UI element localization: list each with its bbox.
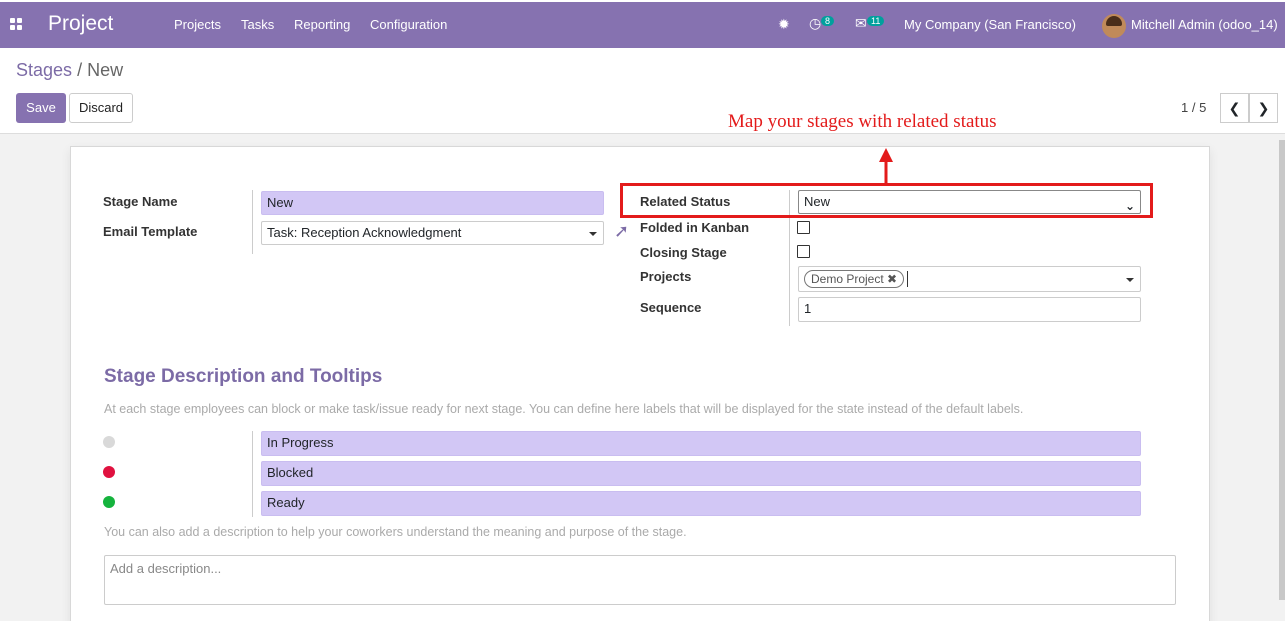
annotation-text: Map your stages with related status (728, 111, 997, 132)
annotation-highlight-box (620, 183, 1153, 218)
left-group-divider (252, 190, 253, 254)
external-link-icon[interactable]: ➚ (614, 221, 629, 242)
remove-tag-icon[interactable]: ✖ (887, 272, 897, 286)
folded-in-kanban-label: Folded in Kanban (640, 220, 750, 235)
email-template-value: Task: Reception Acknowledgment (267, 225, 462, 240)
apps-menu-icon[interactable] (10, 18, 24, 32)
stage-name-input[interactable]: New (261, 191, 604, 215)
closing-stage-label: Closing Stage (640, 245, 727, 260)
tooltip-divider (252, 431, 253, 517)
pager-next-button[interactable]: ❯ (1249, 93, 1278, 123)
email-template-select[interactable]: Task: Reception Acknowledgment (261, 221, 604, 245)
debug-bug-icon[interactable]: ✹ (778, 16, 790, 33)
app-title[interactable]: Project (48, 12, 113, 36)
breadcrumb-current: New (87, 60, 124, 80)
menu-configuration[interactable]: Configuration (370, 17, 447, 32)
sequence-input[interactable]: 1 (798, 297, 1141, 322)
save-button[interactable]: Save (16, 93, 66, 123)
pager-value[interactable]: 1 / 5 (1181, 100, 1206, 115)
breadcrumb: Stages / New (16, 60, 123, 81)
activity-count-badge: 8 (821, 16, 835, 26)
messages-chat-icon[interactable]: ✉ (855, 15, 867, 32)
section-help-text: At each stage employees can block or mak… (104, 402, 1024, 416)
pager-previous-button[interactable]: ❮ (1220, 93, 1249, 123)
top-navbar: Project Projects Tasks Reporting Configu… (0, 2, 1285, 48)
email-template-label: Email Template (103, 224, 198, 239)
discard-button[interactable]: Discard (69, 93, 133, 123)
projects-label: Projects (640, 269, 692, 284)
stage-name-label: Stage Name (103, 194, 178, 209)
folded-in-kanban-checkbox[interactable] (797, 221, 810, 234)
description-help-text: You can also add a description to help y… (104, 525, 687, 539)
page-scrollbar[interactable] (1279, 140, 1285, 600)
breadcrumb-stages-link[interactable]: Stages (16, 60, 72, 80)
sequence-label: Sequence (640, 300, 702, 315)
menu-reporting[interactable]: Reporting (294, 17, 350, 32)
state-blocked-dot (103, 466, 115, 478)
menu-tasks[interactable]: Tasks (241, 17, 274, 32)
breadcrumb-separator: / (77, 60, 83, 80)
state-normal-dot (103, 436, 115, 448)
section-title: Stage Description and Tooltips (104, 366, 383, 387)
closing-stage-checkbox[interactable] (797, 245, 810, 258)
legend-normal-input[interactable]: In Progress (261, 431, 1141, 456)
user-avatar[interactable] (1102, 14, 1126, 38)
annotation-arrow-icon (879, 148, 893, 184)
company-switcher[interactable]: My Company (San Francisco) (904, 17, 1076, 32)
text-cursor (907, 271, 908, 287)
user-menu[interactable]: Mitchell Admin (odoo_14) (1131, 17, 1278, 32)
legend-done-input[interactable]: Ready (261, 491, 1141, 516)
state-done-dot (103, 496, 115, 508)
description-textarea[interactable]: Add a description... (104, 555, 1176, 605)
message-count-badge: 11 (867, 16, 885, 26)
project-tag[interactable]: Demo Project ✖ (804, 270, 905, 288)
caret-down-icon (589, 232, 597, 236)
legend-blocked-input[interactable]: Blocked (261, 461, 1141, 486)
caret-down-icon (1126, 278, 1134, 282)
chevron-left-icon: ❮ (1228, 100, 1241, 116)
menu-projects[interactable]: Projects (174, 17, 221, 32)
chevron-right-icon: ❯ (1257, 100, 1270, 116)
activity-clock-icon[interactable]: ◷ (809, 15, 821, 32)
project-tag-label: Demo Project (811, 272, 884, 286)
